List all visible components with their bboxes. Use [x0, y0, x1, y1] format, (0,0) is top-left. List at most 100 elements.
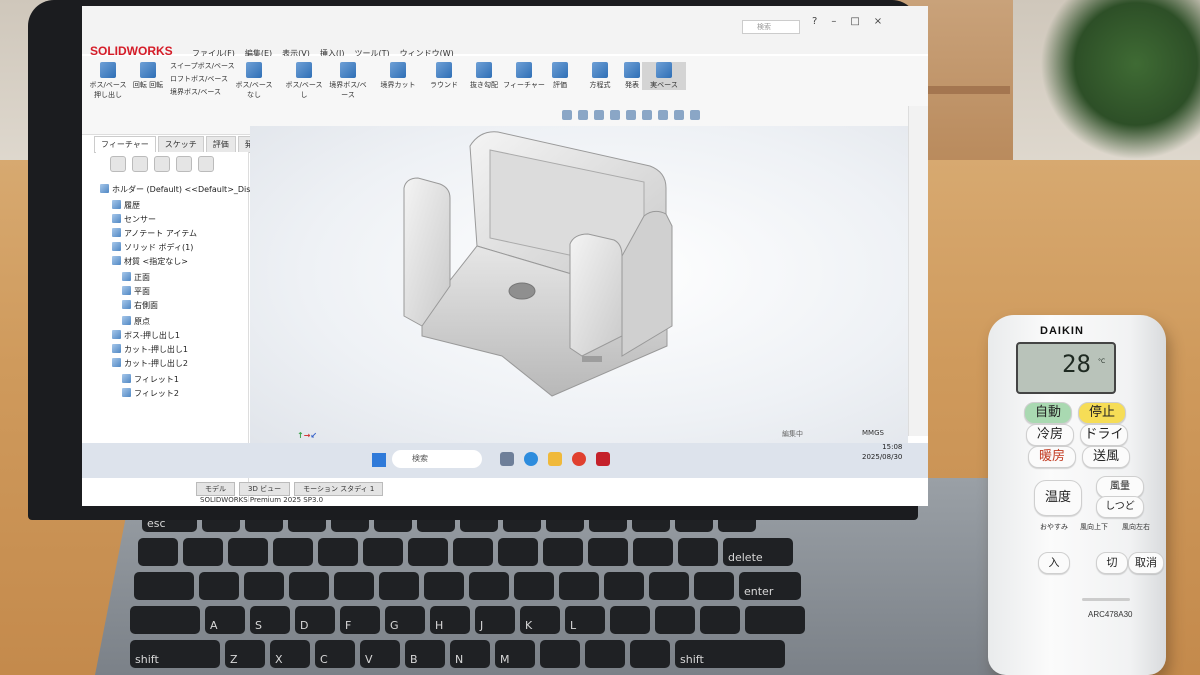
sleep-button[interactable]: おやすみ	[1036, 522, 1072, 532]
solidworks-taskbar-icon[interactable]	[596, 452, 610, 466]
tree-root[interactable]: ホルダー (Default) <<Default>_Dis	[100, 184, 250, 195]
humidity-button[interactable]: しつど	[1096, 496, 1144, 518]
tab-sketch[interactable]: スケッチ	[157, 136, 204, 153]
ribbon-sub-list: スイープボス/ベース ロフトボス/ベース 境界ボス/ベース	[170, 60, 235, 99]
heads-up-view-toolbar	[562, 110, 700, 120]
tree-item-top-plane[interactable]: 平面	[122, 286, 150, 297]
property-icon[interactable]	[132, 156, 148, 172]
file-explorer-icon[interactable]	[548, 452, 562, 466]
previous-view-icon[interactable]	[594, 110, 604, 120]
hide-show-icon[interactable]	[658, 110, 668, 120]
scene-icon[interactable]	[690, 110, 700, 120]
chrome-icon[interactable]	[572, 452, 586, 466]
remote-temperature: 28	[1062, 350, 1091, 378]
timer-off-button[interactable]: 切	[1096, 552, 1128, 574]
round-button[interactable]: ラウンド	[422, 62, 466, 90]
task-pane	[908, 106, 928, 436]
maximize-icon[interactable]: □	[850, 16, 859, 27]
search-input[interactable]: 検索	[742, 20, 800, 34]
boss-base-button[interactable]: ボス/ベース なし	[232, 62, 276, 100]
tree-item-cut-extrude1[interactable]: カット-押し出し1	[112, 344, 188, 355]
boss-base-2-button[interactable]: ボス/ベース し	[282, 62, 326, 100]
z-axis-icon: ↙	[310, 431, 318, 440]
boundary-boss-item[interactable]: 境界ボス/ベース	[170, 86, 235, 99]
titlebar	[82, 6, 928, 54]
display-style-icon[interactable]	[642, 110, 652, 120]
cancel-button[interactable]: 取消	[1128, 552, 1164, 574]
zoom-area-icon[interactable]	[578, 110, 588, 120]
stop-button[interactable]: 停止	[1078, 402, 1126, 424]
revolved-boss-button[interactable]: 回転 回転	[126, 62, 170, 90]
tab-evaluate[interactable]: 評価	[205, 136, 236, 153]
auto-button[interactable]: 自動	[1024, 402, 1072, 424]
boundary-boss-button[interactable]: 境界ボス/ベース	[326, 62, 370, 100]
taskbar-clock[interactable]: 15:08 2025/08/30	[862, 442, 902, 462]
houseplant	[1040, 0, 1200, 160]
tree-item-material[interactable]: 材質 <指定なし>	[112, 256, 188, 267]
fan-button[interactable]: 送風	[1082, 446, 1130, 468]
fan-speed-button[interactable]: 風量	[1096, 476, 1144, 498]
swing-vertical-button[interactable]: 風向上下	[1076, 522, 1112, 532]
display-icon[interactable]	[198, 156, 214, 172]
tree-item-solid-bodies[interactable]: ソリッド ボディ(1)	[112, 242, 193, 253]
dry-button[interactable]: ドライ	[1080, 424, 1128, 446]
plane-icon	[122, 300, 131, 309]
tree-item-front-plane[interactable]: 正面	[122, 272, 150, 283]
tree-item-right-plane[interactable]: 右側面	[122, 300, 158, 311]
cut-icon	[390, 62, 406, 78]
evaluate-button[interactable]: 評価	[538, 62, 582, 90]
view-orientation-icon[interactable]	[626, 110, 636, 120]
part-icon	[100, 184, 109, 193]
tree-item-origin[interactable]: 原点	[122, 316, 150, 327]
loft-boss-item[interactable]: ロフトボス/ベース	[170, 73, 235, 86]
tree-item-fillet2[interactable]: フィレット2	[122, 388, 179, 399]
help-icon[interactable]: ?	[812, 16, 817, 27]
cool-button[interactable]: 冷房	[1026, 424, 1074, 446]
taskbar-search[interactable]: 検索	[392, 450, 482, 468]
model-tabs: モデル 3D ビュー モーション スタディ 1	[196, 482, 384, 496]
annotation-icon	[112, 228, 121, 237]
start-icon[interactable]	[372, 453, 386, 467]
tree-item-annotations[interactable]: アノテート アイテム	[112, 228, 197, 239]
plane-icon	[122, 272, 131, 281]
appearance-icon[interactable]	[674, 110, 684, 120]
fillet-icon	[436, 62, 452, 78]
status-version: SOLIDWORKS Premium 2025 SP3.0	[200, 496, 324, 504]
swing-horizontal-button[interactable]: 風向左右	[1118, 522, 1154, 532]
close-icon[interactable]: ×	[874, 16, 882, 27]
revolve-icon	[140, 62, 156, 78]
draft-button[interactable]: 抜き勾配	[462, 62, 506, 90]
sweep-boss-item[interactable]: スイープボス/ベース	[170, 60, 235, 73]
task-view-icon[interactable]	[500, 452, 514, 466]
tree-item-cut-extrude2[interactable]: カット-押し出し2	[112, 358, 188, 369]
extruded-boss-button[interactable]: ボス/ベース 押し出し	[86, 62, 130, 100]
boundary-cut-button[interactable]: 境界カット	[376, 62, 420, 90]
section-view-icon[interactable]	[610, 110, 620, 120]
edge-icon[interactable]	[524, 452, 538, 466]
timer-on-button[interactable]: 入	[1038, 552, 1070, 574]
tab-model[interactable]: モデル	[196, 482, 235, 496]
boss-icon	[246, 62, 262, 78]
feature-tree-icon[interactable]	[110, 156, 126, 172]
laptop-keyboard: esc delete enter ASDFGHJKL shift Z X C V B N Ms…	[130, 500, 1020, 675]
config-icon[interactable]	[154, 156, 170, 172]
tree-item-boss-extrude1[interactable]: ボス-押し出し1	[112, 330, 180, 341]
heat-button[interactable]: 暖房	[1028, 446, 1076, 468]
holder-3d-model	[403, 131, 673, 397]
zoom-fit-icon[interactable]	[562, 110, 572, 120]
boss-icon	[296, 62, 312, 78]
tab-motion-study[interactable]: モーション スタディ 1	[294, 482, 384, 496]
axis-triad: ↑→↙	[297, 431, 317, 440]
minimize-icon[interactable]: –	[831, 16, 836, 27]
tree-item-fillet1[interactable]: フィレット1	[122, 374, 179, 385]
tree-item-sensors[interactable]: センサー	[112, 214, 156, 225]
dimxpert-icon[interactable]	[176, 156, 192, 172]
temperature-button[interactable]: 温度	[1034, 480, 1082, 516]
tab-3d-view[interactable]: 3D ビュー	[239, 482, 291, 496]
status-units[interactable]: MMGS	[862, 429, 884, 437]
boundary-icon	[340, 62, 356, 78]
solid-base-button[interactable]: 実ベース	[642, 62, 686, 90]
laptop-screen: SOLIDWORKS ファイル(F) 編集(E) 表示(V) 挿入(I) ツール…	[82, 6, 928, 506]
tree-item-history[interactable]: 履歴	[112, 200, 140, 211]
tab-features[interactable]: フィーチャー	[94, 136, 156, 153]
